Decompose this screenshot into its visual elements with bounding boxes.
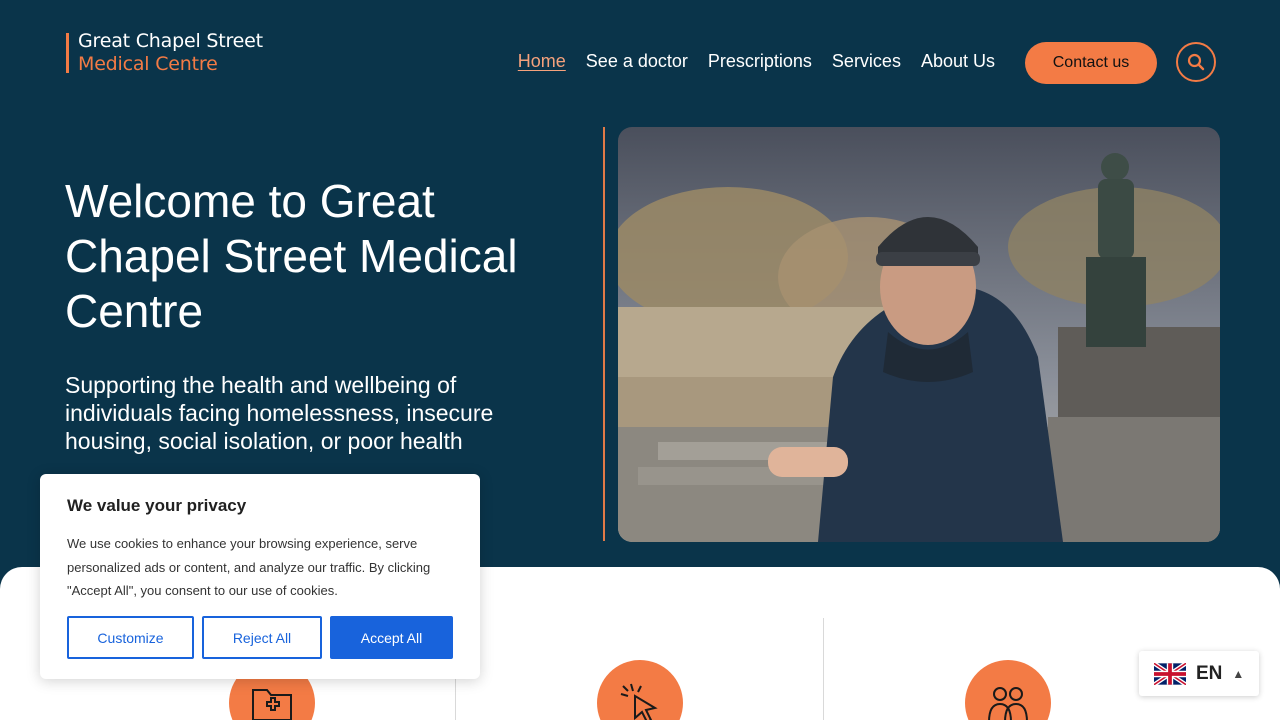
- cookie-consent-dialog: We value your privacy We use cookies to …: [40, 474, 480, 679]
- language-switcher[interactable]: EN ▲: [1139, 651, 1259, 696]
- hero-subtitle: Supporting the health and wellbeing of i…: [65, 372, 494, 454]
- cookie-description: We use cookies to enhance your browsing …: [67, 536, 431, 598]
- feature-divider: [823, 618, 824, 720]
- cookie-reject-all-button[interactable]: Reject All: [202, 616, 322, 659]
- site-logo[interactable]: Great Chapel Street Medical Centre: [66, 30, 263, 75]
- nav-see-a-doctor[interactable]: See a doctor: [586, 50, 688, 72]
- contact-us-button[interactable]: Contact us: [1025, 42, 1157, 84]
- hero-title: Welcome to Great Chapel Street Medical C…: [65, 175, 518, 337]
- cookie-title: We value your privacy: [67, 496, 247, 515]
- nav-services[interactable]: Services: [832, 50, 901, 72]
- uk-flag-icon: [1154, 662, 1186, 685]
- hero-photo: [618, 127, 1220, 542]
- logo-accent-bar: [66, 33, 69, 73]
- cookie-customize-button[interactable]: Customize: [67, 616, 194, 659]
- hero-divider: [603, 127, 605, 541]
- click-cursor-icon: [620, 683, 658, 720]
- cookie-accept-all-button[interactable]: Accept All: [330, 616, 453, 659]
- logo-line-2: Medical Centre: [78, 53, 218, 75]
- people-icon: [988, 687, 1028, 720]
- medical-folder-icon: [252, 689, 292, 720]
- logo-line-1: Great Chapel Street: [78, 30, 263, 52]
- language-code: EN: [1196, 662, 1223, 684]
- nav-home[interactable]: Home: [518, 50, 566, 72]
- search-button[interactable]: [1176, 42, 1216, 82]
- main-nav: Home See a doctor Prescriptions Services…: [518, 50, 995, 72]
- search-icon: [1187, 53, 1205, 71]
- nav-about-us[interactable]: About Us: [921, 50, 995, 72]
- nav-prescriptions[interactable]: Prescriptions: [708, 50, 812, 72]
- chevron-up-icon: ▲: [1232, 666, 1245, 681]
